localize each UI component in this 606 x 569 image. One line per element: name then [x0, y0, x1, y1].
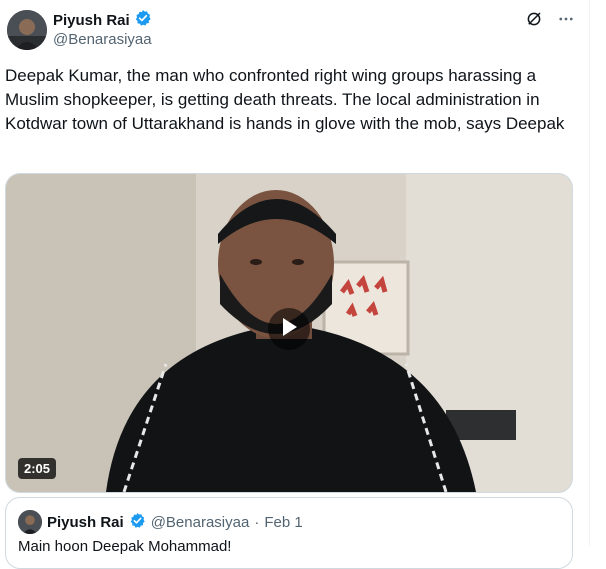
- verified-badge-icon: [134, 9, 152, 32]
- grok-slash-icon[interactable]: [525, 10, 543, 28]
- quoted-author-handle: @Benarasiyaa: [150, 513, 250, 531]
- video-duration: 2:05: [18, 458, 57, 479]
- author-handle[interactable]: @Benarasiyaa: [53, 31, 152, 48]
- verified-badge-icon: [129, 512, 146, 533]
- author-name[interactable]: Piyush Rai: [53, 12, 130, 29]
- tweet-text: Deepak Kumar, the man who confronted rig…: [5, 66, 565, 133]
- quoted-tweet-text: Main hoon Deepak Mohammad!: [18, 538, 232, 555]
- timeline-divider: [589, 0, 590, 546]
- more-icon[interactable]: [557, 10, 575, 28]
- quoted-author-avatar: [18, 510, 42, 534]
- play-button[interactable]: [268, 308, 310, 350]
- quoted-tweet-date: Feb 1: [264, 513, 303, 531]
- quoted-author-name: Piyush Rai: [47, 513, 124, 531]
- video-player[interactable]: 2:05: [5, 173, 573, 493]
- quoted-tweet[interactable]: Piyush Rai @Benarasiyaa · Feb 1 Main hoo…: [5, 497, 573, 569]
- play-icon: [280, 317, 298, 342]
- meta-separator: ·: [254, 513, 260, 531]
- author-avatar[interactable]: [7, 10, 47, 50]
